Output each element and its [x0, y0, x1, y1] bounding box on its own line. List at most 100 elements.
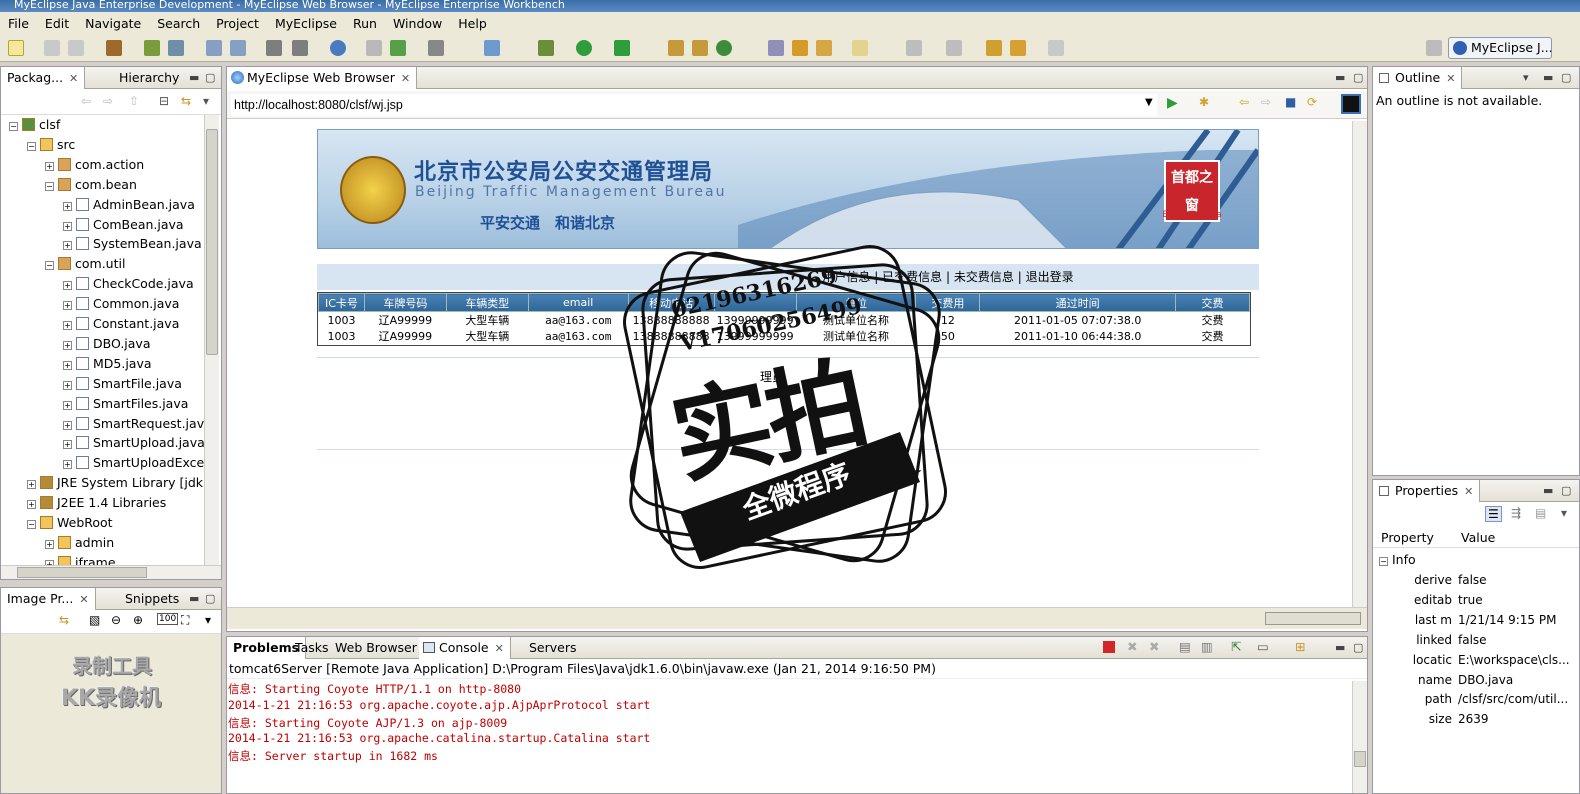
- open-resource-icon[interactable]: [692, 40, 708, 56]
- link-editor-icon[interactable]: ⇆: [181, 94, 191, 108]
- tab-hierarchy[interactable]: Hierarchy: [113, 67, 185, 89]
- open-perspective-icon[interactable]: [668, 40, 684, 56]
- link-icon[interactable]: ⇆: [59, 613, 69, 627]
- wizard-icon[interactable]: [206, 40, 222, 56]
- globe-icon[interactable]: [330, 40, 346, 56]
- expand-icon[interactable]: +: [63, 321, 72, 330]
- tree-scroll-thumb[interactable]: [206, 129, 218, 355]
- column-value[interactable]: Value: [1461, 528, 1495, 548]
- expand-icon[interactable]: +: [27, 500, 36, 510]
- save-all-icon[interactable]: [68, 40, 84, 56]
- expand-icon[interactable]: +: [63, 360, 72, 370]
- browser-vertical-scrollbar[interactable]: [1352, 121, 1367, 607]
- expand-icon[interactable]: +: [63, 380, 72, 390]
- properties-group-info[interactable]: − Info: [1379, 552, 1416, 567]
- sync-icon[interactable]: [716, 40, 732, 56]
- save-icon[interactable]: [44, 40, 60, 56]
- tab-outline[interactable]: Outline ✕: [1373, 67, 1463, 89]
- expand-icon[interactable]: +: [27, 480, 36, 490]
- expand-icon[interactable]: +: [63, 201, 72, 211]
- column-property[interactable]: Property: [1381, 528, 1434, 548]
- close-icon[interactable]: ✕: [79, 593, 88, 606]
- tree-item[interactable]: + SystemBean.java: [63, 234, 202, 254]
- close-icon[interactable]: ✕: [495, 642, 504, 655]
- back-icon[interactable]: [1010, 40, 1026, 56]
- minimize-icon[interactable]: ▬: [1335, 71, 1345, 84]
- tree-item[interactable]: + com.action: [45, 155, 144, 175]
- view-menu-icon[interactable]: ▾: [1523, 71, 1529, 84]
- pay-link[interactable]: 交费: [1176, 312, 1250, 329]
- close-icon[interactable]: ✕: [401, 72, 410, 85]
- property-row[interactable]: derive false: [1378, 570, 1578, 590]
- tree-item[interactable]: − WebRoot: [27, 513, 113, 533]
- expand-icon[interactable]: +: [63, 301, 72, 311]
- scroll-lock-icon[interactable]: ▥: [1201, 639, 1213, 654]
- console-vertical-scrollbar[interactable]: [1352, 681, 1367, 793]
- close-icon[interactable]: ✕: [1446, 72, 1455, 85]
- url-dropdown-icon[interactable]: ▼: [1145, 97, 1153, 108]
- property-row[interactable]: editab true: [1378, 590, 1578, 610]
- screen-icon[interactable]: [1341, 94, 1361, 114]
- annotation-prev-icon[interactable]: [906, 40, 922, 56]
- property-row[interactable]: size 2639: [1378, 709, 1578, 729]
- tab-servers[interactable]: Servers: [523, 637, 583, 659]
- forward-icon[interactable]: ⇨: [1261, 95, 1271, 109]
- tree-item[interactable]: + SmartRequest.java: [63, 414, 206, 434]
- open-type-icon[interactable]: [366, 40, 382, 56]
- wizard2-icon[interactable]: [230, 40, 246, 56]
- pencil-icon[interactable]: [792, 40, 808, 56]
- maximize-icon[interactable]: ▢: [205, 592, 215, 605]
- property-row[interactable]: path/clsf/src/com/util...: [1378, 689, 1578, 709]
- collapse-icon[interactable]: −: [27, 141, 36, 151]
- tree-item[interactable]: + SmartUploadExce: [63, 453, 204, 473]
- fit-icon[interactable]: ▧: [89, 613, 100, 627]
- menu-file[interactable]: File: [0, 16, 37, 31]
- back-icon[interactable]: ⇦: [1239, 95, 1249, 109]
- actual-size-icon[interactable]: 100: [157, 613, 179, 625]
- view-menu-icon[interactable]: ▾: [1561, 506, 1567, 520]
- tree-item[interactable]: + J2EE 1.4 Libraries: [27, 493, 166, 513]
- expand-icon[interactable]: +: [63, 420, 72, 430]
- tree-item[interactable]: + ComBean.java: [63, 215, 184, 235]
- collapse-icon[interactable]: −: [45, 181, 54, 191]
- minimize-icon[interactable]: ▬: [189, 592, 199, 605]
- tree-item[interactable]: + admin: [45, 533, 114, 553]
- tree-item[interactable]: + SmartUpload.java: [63, 433, 205, 453]
- tab-web-browser-view[interactable]: Web Browser: [329, 637, 423, 659]
- forward-icon[interactable]: ⇨: [103, 94, 113, 108]
- menu-navigate[interactable]: Navigate: [77, 16, 149, 31]
- tab-tasks[interactable]: Tasks: [289, 637, 335, 659]
- menu-help[interactable]: Help: [450, 16, 495, 31]
- advanced-icon[interactable]: ⇶: [1511, 506, 1521, 520]
- back-icon[interactable]: ⇦: [81, 94, 91, 108]
- collapse-all-icon[interactable]: ⊟: [159, 94, 169, 108]
- expand-icon[interactable]: +: [63, 221, 72, 231]
- expand-icon[interactable]: +: [63, 281, 72, 291]
- zoom-in-icon[interactable]: ⊕: [133, 613, 143, 627]
- property-row[interactable]: name DBO.java: [1378, 670, 1578, 690]
- expand-icon[interactable]: +: [63, 400, 72, 410]
- new-icon[interactable]: [8, 40, 24, 56]
- up-icon[interactable]: ⇧: [129, 94, 139, 108]
- close-icon[interactable]: ✕: [1464, 485, 1473, 498]
- expand-icon[interactable]: +: [63, 340, 72, 350]
- view-menu-icon[interactable]: ▾: [203, 94, 209, 108]
- maximize-icon[interactable]: ▢: [1561, 484, 1571, 497]
- minimize-icon[interactable]: ▬: [1543, 484, 1553, 497]
- menu-myeclipse[interactable]: MyEclipse: [267, 16, 345, 31]
- server-icon[interactable]: [144, 40, 160, 56]
- open-folder-icon[interactable]: [816, 40, 832, 56]
- tree-item[interactable]: − clsf: [9, 115, 60, 135]
- go-icon[interactable]: ▶: [1167, 95, 1178, 111]
- new-class-icon[interactable]: [484, 40, 500, 56]
- tab-snippets[interactable]: Snippets: [119, 588, 185, 610]
- hierarchy-icon[interactable]: [768, 40, 784, 56]
- tab-package-explorer[interactable]: Packag... ✕: [1, 67, 86, 89]
- camera-icon[interactable]: [428, 40, 444, 56]
- collapse-icon[interactable]: −: [1379, 557, 1388, 566]
- tab-image-preview[interactable]: Image Pr... ✕: [1, 588, 96, 610]
- remove-launch-icon[interactable]: ✖: [1127, 639, 1137, 654]
- open-console-icon[interactable]: ⊞: [1295, 639, 1305, 654]
- tree-vertical-scrollbar[interactable]: [204, 115, 219, 565]
- run-ext-icon[interactable]: [614, 40, 630, 56]
